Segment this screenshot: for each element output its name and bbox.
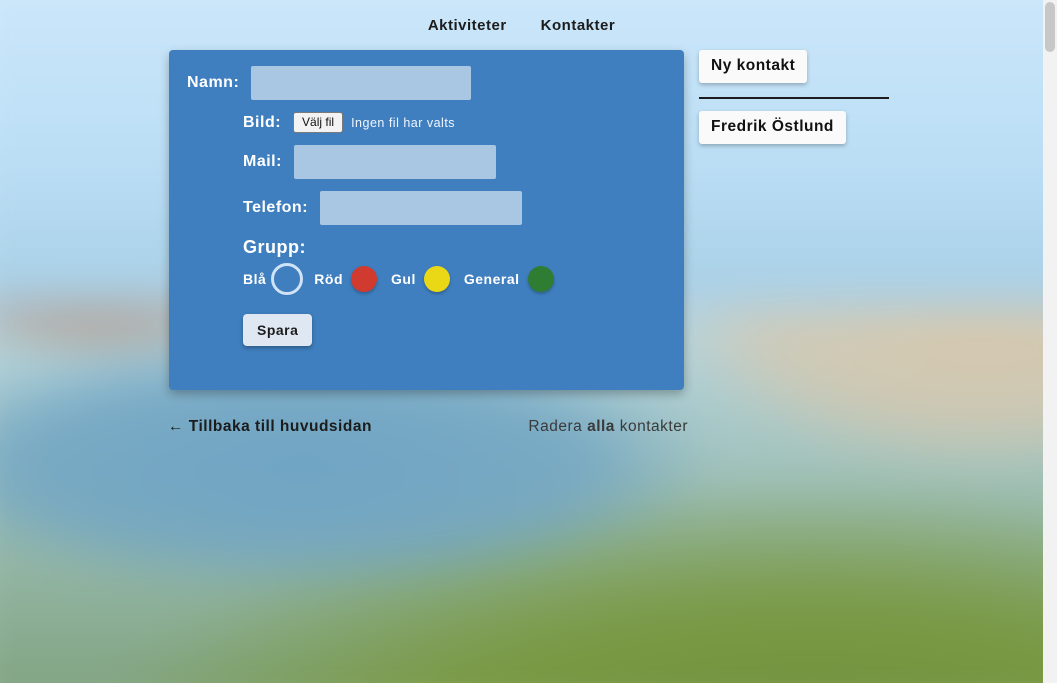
mail-label: Mail: xyxy=(243,153,282,171)
group-label: Grupp: xyxy=(243,237,666,258)
group-yellow-swatch[interactable] xyxy=(424,266,450,292)
vertical-scrollbar[interactable] xyxy=(1043,0,1057,683)
top-nav: Aktiviteter Kontakter xyxy=(0,0,1043,34)
contact-sidebar: Ny kontakt Fredrik Östlund xyxy=(699,50,889,156)
group-general-label: General xyxy=(464,271,520,287)
phone-label: Telefon: xyxy=(243,199,308,217)
delete-bold: alla xyxy=(587,418,615,435)
contact-form-card: Namn: Bild: Välj fil Ingen fil har valts… xyxy=(169,50,684,390)
delete-prefix: Radera xyxy=(528,418,587,435)
save-button[interactable]: Spara xyxy=(243,314,312,346)
nav-contacts[interactable]: Kontakter xyxy=(541,17,616,34)
group-blue-label: Blå xyxy=(243,271,266,287)
phone-input[interactable] xyxy=(320,191,522,225)
nav-activities[interactable]: Aktiviteter xyxy=(428,17,507,34)
group-blue-swatch[interactable] xyxy=(274,266,300,292)
page: Aktiviteter Kontakter Namn: Bild: Välj f… xyxy=(0,0,1043,683)
group-yellow-label: Gul xyxy=(391,271,416,287)
group-swatches: Blå Röd Gul General xyxy=(243,266,666,292)
sidebar-separator xyxy=(699,97,889,99)
delete-all-link[interactable]: Radera alla kontakter xyxy=(528,418,688,436)
delete-suffix: kontakter xyxy=(615,418,688,435)
scrollbar-thumb[interactable] xyxy=(1045,2,1055,52)
new-contact-button[interactable]: Ny kontakt xyxy=(699,50,807,83)
file-status-text: Ingen fil har valts xyxy=(351,116,455,130)
contact-list-item[interactable]: Fredrik Östlund xyxy=(699,111,846,144)
image-label: Bild: xyxy=(243,114,281,132)
group-red-swatch[interactable] xyxy=(351,266,377,292)
group-general-swatch[interactable] xyxy=(528,266,554,292)
name-label: Namn: xyxy=(187,74,239,92)
back-link[interactable]: ← Tillbaka till huvudsidan xyxy=(168,418,372,436)
mail-input[interactable] xyxy=(294,145,496,179)
bottom-links: ← Tillbaka till huvudsidan Radera alla k… xyxy=(168,418,688,436)
file-picker: Välj fil Ingen fil har valts xyxy=(293,112,455,133)
choose-file-button[interactable]: Välj fil xyxy=(293,112,343,133)
group-red-label: Röd xyxy=(314,271,343,287)
name-input[interactable] xyxy=(251,66,471,100)
